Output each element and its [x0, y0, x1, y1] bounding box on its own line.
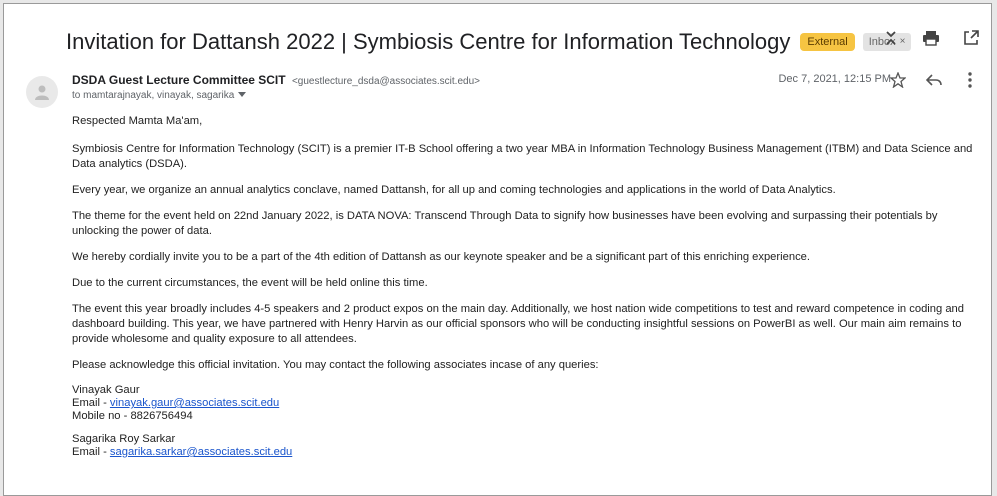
sender-email: <guestlecture_dsda@associates.scit.edu> — [291, 76, 480, 87]
body-paragraph: Please acknowledge this official invitat… — [72, 359, 599, 371]
body-paragraph: The event this year broadly includes 4-5… — [72, 303, 965, 345]
star-icon[interactable] — [889, 71, 907, 89]
greeting: Respected Mamta Ma'am, — [72, 115, 203, 127]
body-paragraph: Due to the current circumstances, the ev… — [72, 277, 428, 289]
message-actions — [889, 71, 979, 89]
new-window-icon[interactable] — [961, 28, 981, 48]
more-vert-icon[interactable] — [961, 71, 979, 89]
contact-email-line: Email - vinayak.gaur@associates.scit.edu — [72, 397, 984, 410]
subject-row: Invitation for Dattansh 2022 | Symbiosis… — [66, 24, 977, 60]
recipients: to mamtarajnayak, vinayak, sagarika — [72, 90, 235, 101]
email-subject: Invitation for Dattansh 2022 | Symbiosis… — [66, 29, 791, 54]
reply-icon[interactable] — [925, 71, 943, 89]
sender-avatar[interactable] — [26, 76, 58, 108]
contact-email-link[interactable]: sagarika.sarkar@associates.scit.edu — [110, 446, 292, 458]
contact-email-link[interactable]: vinayak.gaur@associates.scit.edu — [110, 397, 279, 409]
contact-mobile: Mobile no - 8826756494 — [72, 410, 193, 422]
contact-email-label: Email - — [72, 446, 110, 458]
contact-name: Sagarika Roy Sarkar — [72, 433, 176, 445]
chevron-down-icon[interactable] — [238, 90, 247, 101]
sender-info: DSDA Guest Lecture Committee SCIT <guest… — [72, 73, 480, 87]
thread-actions — [881, 28, 981, 48]
print-icon[interactable] — [921, 28, 941, 48]
body-paragraph: The theme for the event held on 22nd Jan… — [72, 210, 938, 237]
contact-block: Vinayak Gaur Email - vinayak.gaur@associ… — [72, 384, 984, 423]
body-paragraph: Symbiosis Centre for Information Technol… — [72, 143, 973, 170]
sender-name[interactable]: DSDA Guest Lecture Committee SCIT — [72, 73, 286, 87]
email-view: Invitation for Dattansh 2022 | Symbiosis… — [3, 3, 992, 496]
contact-name: Vinayak Gaur — [72, 384, 140, 396]
body-paragraph: Every year, we organize an annual analyt… — [72, 184, 836, 196]
person-icon — [35, 85, 49, 100]
contact-email-line: Email - sagarika.sarkar@associates.scit.… — [72, 446, 984, 459]
contact-block: Sagarika Roy Sarkar Email - sagarika.sar… — [72, 433, 984, 459]
external-label: External — [800, 33, 855, 51]
body-paragraph: We hereby cordially invite you to be a p… — [72, 251, 810, 263]
email-date: Dec 7, 2021, 12:15 PM — [778, 73, 891, 85]
collapse-icon[interactable] — [881, 28, 901, 48]
recipients-line[interactable]: to mamtarajnayak, vinayak, sagarika — [72, 90, 247, 101]
email-body: Respected Mamta Ma'am, Symbiosis Centre … — [72, 114, 984, 469]
contact-email-label: Email - — [72, 397, 110, 409]
